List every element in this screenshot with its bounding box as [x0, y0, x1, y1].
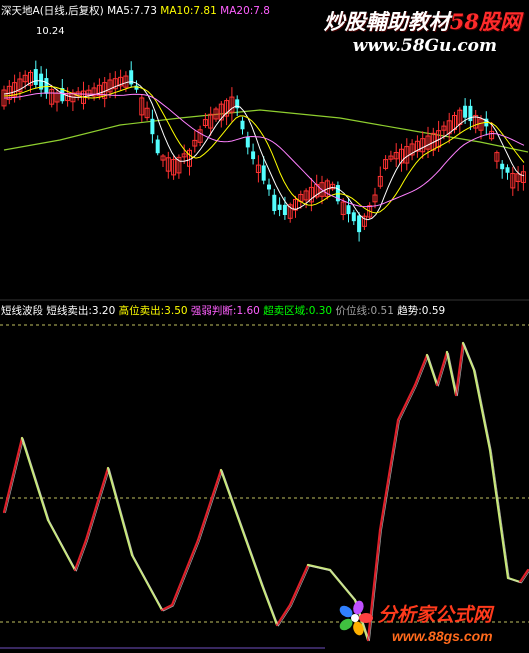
wave-segment [2, 436, 24, 514]
indicator-header: 短线波段 短线卖出:3.20 高位卖出:3.50 强弱判断:1.60 超卖区域:… [1, 304, 445, 318]
candle-body [500, 163, 505, 170]
wave-segment [454, 341, 465, 397]
candle-body [272, 194, 277, 212]
candle-body [346, 205, 351, 215]
logo-flower-icon [339, 600, 373, 636]
reference-lines [0, 299, 529, 649]
watermark-logo-url: www.88gs.com [392, 628, 493, 644]
wave-segment [20, 436, 50, 522]
wave-segment [244, 538, 264, 587]
chart-window[interactable]: 深天地A(日线,后复权) MA5:7.73 MA10:7.81 MA20:7.8… [0, 0, 529, 653]
candle-body [463, 105, 468, 118]
logo-petal [359, 613, 373, 623]
ma20-value: 7.8 [253, 5, 270, 17]
watermark-logo-name: 分析家公式网 [378, 605, 493, 626]
wave-signal-line [5, 342, 529, 642]
trend-value: 0.59 [421, 305, 446, 317]
oversold-value: 0.30 [308, 305, 333, 317]
wave-segment [46, 518, 77, 572]
watermark-cn-red: 58股网 [449, 9, 521, 34]
price-line-value: 0.51 [370, 305, 394, 317]
strength-label: 强弱判断: [190, 305, 237, 317]
wave-segment [84, 466, 110, 542]
ma5-value: 7.73 [133, 5, 157, 17]
wave-segment [306, 563, 332, 572]
ma5-label: MA5: [107, 5, 134, 17]
oversold-label: 超卖区域: [263, 305, 309, 317]
wave-segment [196, 468, 223, 542]
wave-segment [461, 341, 476, 372]
ma20-label: MA20: [220, 5, 254, 17]
wave-segment [106, 466, 134, 557]
ma10-value: 7.81 [193, 5, 217, 17]
candle-body [150, 118, 155, 135]
short-sell-label: 短线卖出: [46, 305, 92, 317]
wave-segment [506, 576, 522, 584]
wave-segment [288, 563, 310, 607]
wave-segment [413, 353, 429, 387]
logo-center [351, 614, 359, 622]
watermark-cn-white: 炒股輔助教材 [323, 9, 450, 34]
price-chart-header: 深天地A(日线,后复权) MA5:7.73 MA10:7.81 MA20:7.8 [1, 4, 270, 18]
trend-label: 趋势: [397, 305, 422, 317]
candle-body [33, 69, 38, 85]
candlestick-series [1, 60, 526, 242]
high-sell-label: 高位卖出: [118, 305, 165, 317]
high-sell-value: 3.50 [164, 305, 188, 317]
wave-segment [445, 350, 458, 397]
stock-chart-canvas[interactable] [0, 0, 529, 653]
wave-segment [425, 353, 439, 387]
stock-name[interactable]: 深天地A [1, 5, 40, 17]
period-label[interactable]: (日线,后复权) [40, 5, 104, 17]
watermark-site-title: 炒股輔助教材58股网 [324, 6, 521, 36]
candle-body [505, 167, 510, 173]
short-wave-indicator [2, 341, 529, 642]
indicator-name[interactable]: 短线波段 [1, 305, 43, 317]
wave-segment [396, 383, 417, 422]
high-price-marker: 10.24 [36, 26, 65, 37]
wave-segment [435, 350, 449, 387]
candle-body [240, 120, 245, 130]
ma10-label: MA10: [160, 5, 194, 17]
candle-body [267, 184, 271, 190]
wave-segment [170, 538, 200, 607]
strength-value: 1.60 [236, 305, 260, 317]
candle-body [261, 165, 266, 181]
watermark-site-url: www.58Gu.com [352, 36, 497, 56]
wave-segment [73, 538, 88, 572]
candle-body [351, 212, 356, 222]
candle-body [277, 204, 282, 210]
candle-body [282, 204, 287, 215]
wave-segment [130, 553, 164, 612]
logo-petal [353, 600, 364, 615]
price-line-label: 价位线: [335, 305, 371, 317]
ma10-line [3, 85, 525, 214]
wave-segment [260, 583, 279, 627]
wave-segment [472, 368, 492, 452]
wave-segment [518, 568, 529, 584]
candle-body [357, 215, 362, 233]
candle-body [245, 136, 250, 148]
candle-body [155, 139, 160, 154]
wave-segment [378, 418, 400, 532]
wave-segment [219, 468, 248, 542]
candle-body [251, 151, 256, 160]
short-sell-value: 3.20 [91, 305, 116, 317]
wave-segment [488, 448, 510, 580]
wave-segment [328, 568, 357, 602]
